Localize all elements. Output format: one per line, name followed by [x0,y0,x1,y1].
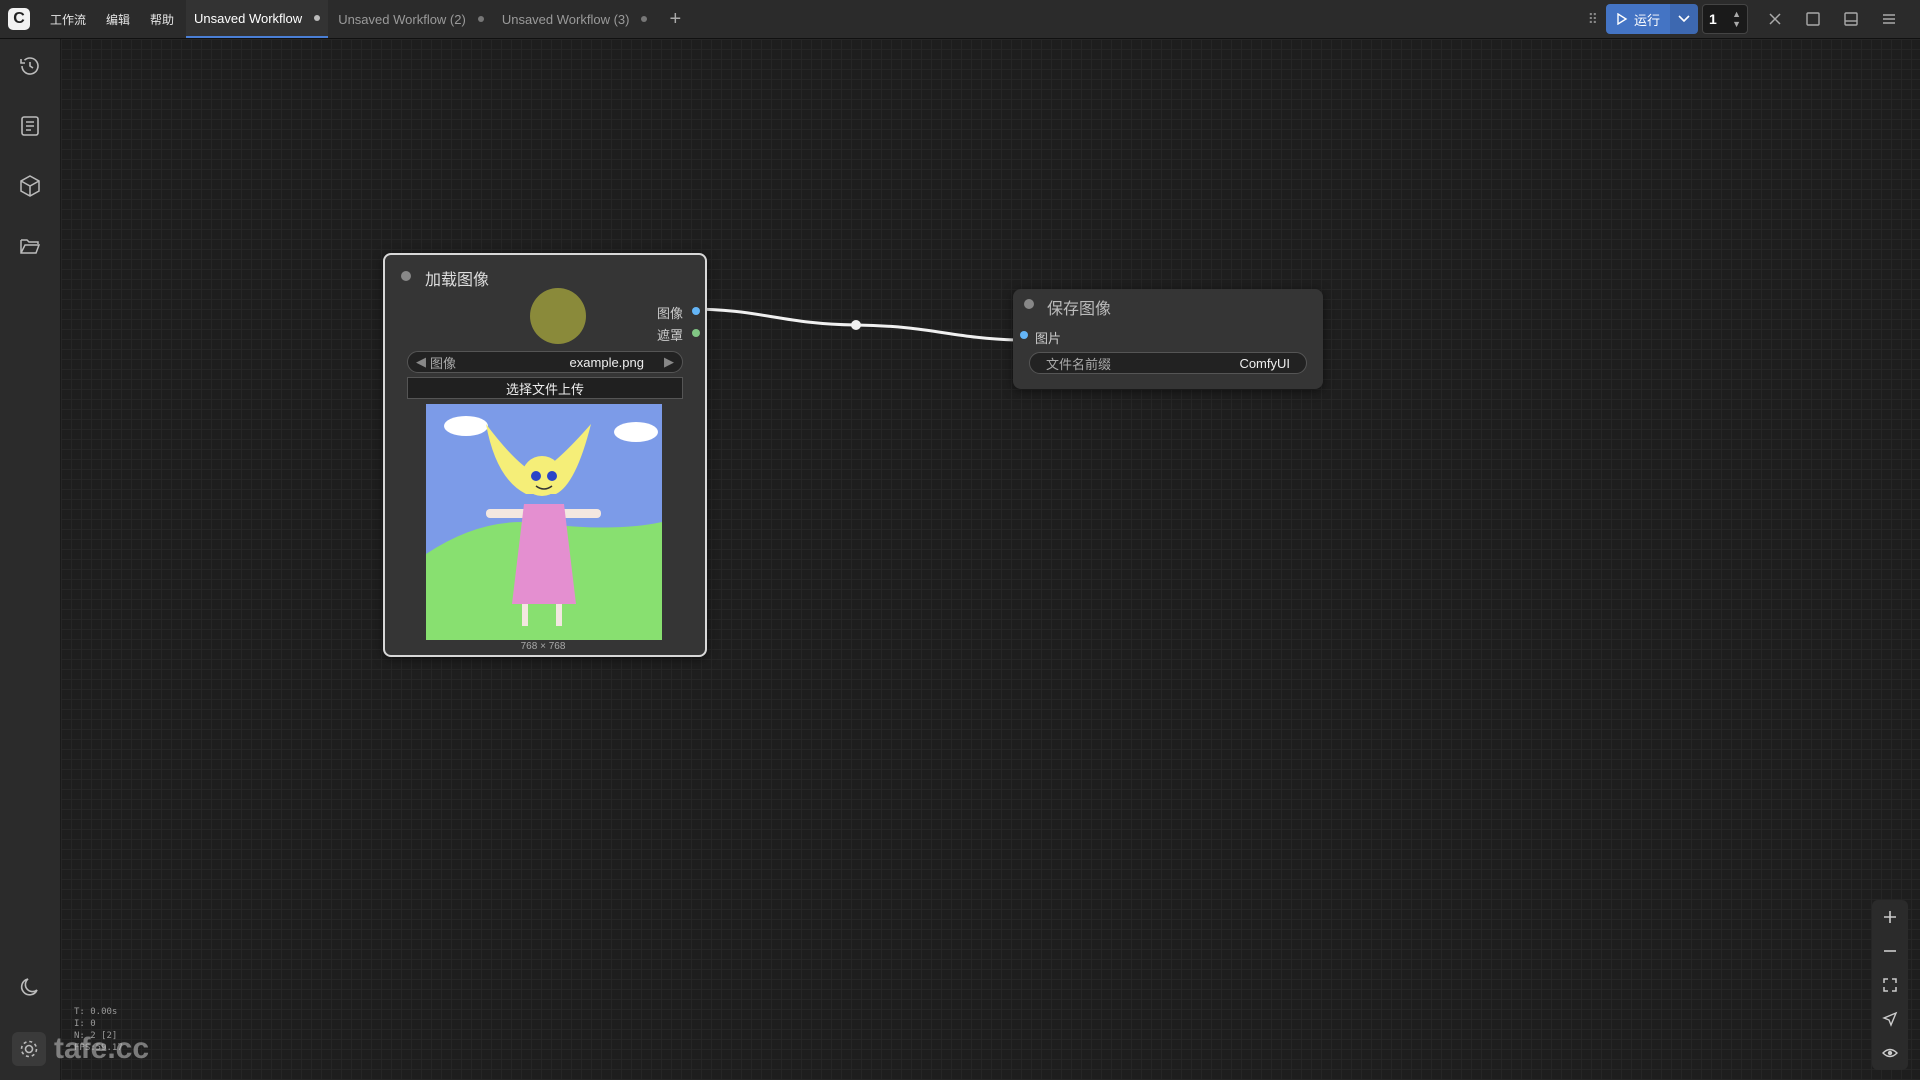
comfy-logo[interactable]: C [8,8,30,30]
batch-stepper[interactable]: ▲ ▼ [1732,9,1741,29]
play-icon [1617,13,1628,25]
model-library-cube-icon[interactable] [18,174,42,198]
preview-cursor-marker [530,288,586,344]
next-arrow-icon[interactable]: ▶ [664,354,674,370]
unsaved-dot-icon [641,16,648,22]
tab-workflow-3[interactable]: Unsaved Workflow (3) [494,0,656,38]
stat-iterations: I: 0 [74,1019,96,1029]
preview-image [426,404,662,640]
link-wire[interactable] [61,39,1920,1080]
upload-label: 选择文件上传 [505,381,584,397]
sidebar [0,39,61,1080]
settings-gear-icon[interactable] [12,1032,46,1066]
close-icon[interactable] [1764,8,1786,30]
history-icon[interactable] [18,54,42,78]
filename-prefix-value: ComfyUI [1239,355,1290,371]
output-mask-slot[interactable] [692,329,700,337]
prev-arrow-icon[interactable]: ◀ [416,354,426,370]
output-mask-label: 遮罩 [656,328,683,343]
batch-count-value: 1 [1709,11,1717,27]
theme-moon-icon[interactable] [18,975,42,999]
image-widget-label: 图像 [430,355,457,371]
link-midpoint [851,320,861,330]
tab-label: Unsaved Workflow (2) [338,11,466,27]
input-image-label: 图片 [1035,331,1062,346]
menu-help[interactable]: 帮助 [140,11,184,28]
tab-label: Unsaved Workflow [194,10,303,26]
node-title: 保存图像 [1047,301,1112,318]
node-collapse-dot[interactable] [401,271,411,281]
run-mode-dropdown[interactable] [1670,4,1698,34]
menu-workflow[interactable]: 工作流 [40,11,96,28]
tab-workflow-1[interactable]: Unsaved Workflow [186,0,329,38]
output-image-slot[interactable] [692,307,700,315]
drag-handle-icon[interactable]: ⠿ [1588,11,1598,28]
hamburger-menu-icon[interactable] [1878,8,1900,30]
filename-prefix-label: 文件名前缀 [1046,356,1112,372]
toggle-links-eye-icon[interactable] [1872,1036,1908,1070]
chevron-down-icon [1678,15,1690,23]
tab-workflow-2[interactable]: Unsaved Workflow (2) [330,0,492,38]
graph-canvas[interactable]: 加载图像 图像 遮罩 ◀ 图像 example.png ▶ 选择文件上传 768… [61,39,1920,1080]
workflows-folder-icon[interactable] [18,234,42,258]
output-image-label: 图像 [656,306,683,321]
zoom-controls [1872,900,1908,1070]
upload-file-button[interactable]: 选择文件上传 [407,377,683,399]
node-collapse-dot[interactable] [1024,299,1034,309]
batch-count-input[interactable]: 1 ▲ ▼ [1702,4,1748,34]
node-title: 加载图像 [425,272,490,289]
unsaved-dot-icon [314,15,321,21]
new-tab-plus-icon[interactable]: + [669,8,681,31]
stat-time: T: 0.00s [74,1007,118,1017]
tab-label: Unsaved Workflow (3) [501,11,630,27]
watermark: tafe.cc [12,1032,149,1066]
focus-mode-icon[interactable] [1802,8,1824,30]
zoom-out-minus-icon[interactable] [1872,934,1908,968]
unsaved-dot-icon [477,16,484,22]
load-image-node[interactable]: 加载图像 图像 遮罩 ◀ 图像 example.png ▶ 选择文件上传 768… [383,253,707,657]
image-widget-value: example.png [569,354,644,370]
input-image-slot[interactable] [1020,331,1028,339]
image-dimensions: 768 × 768 [520,641,566,652]
fit-view-icon[interactable] [1872,968,1908,1002]
bottom-panel-toggle-icon[interactable] [1840,8,1862,30]
top-bar: C 工作流 编辑 帮助 Unsaved Workflow Unsaved Wor… [0,0,1920,39]
save-image-node[interactable]: 保存图像 图片 文件名前缀 ComfyUI [1013,289,1323,389]
run-controls: ⠿ 运行 1 ▲ ▼ [1588,4,1900,34]
queue-list-icon[interactable] [18,114,42,138]
menu-edit[interactable]: 编辑 [96,11,140,28]
watermark-text: tafe.cc [54,1032,150,1065]
select-mode-arrow-icon[interactable] [1872,1002,1908,1036]
run-label: 运行 [1633,12,1660,28]
image-select-widget[interactable]: ◀ 图像 example.png ▶ [407,351,683,373]
zoom-in-plus-icon[interactable] [1872,900,1908,934]
run-button[interactable]: 运行 [1605,4,1670,34]
filename-prefix-widget[interactable]: 文件名前缀 ComfyUI [1029,352,1307,374]
